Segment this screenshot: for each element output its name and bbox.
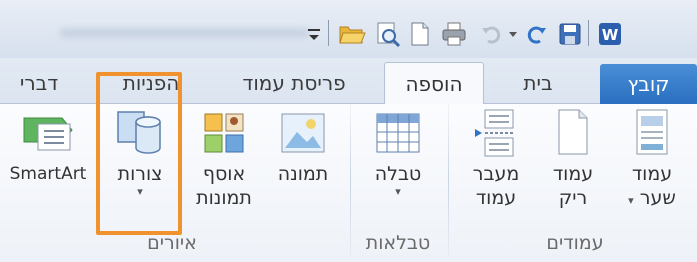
cover-page-button[interactable]: עמוד שער ▾ bbox=[612, 108, 692, 210]
clip-art-label-1: אוסף bbox=[202, 163, 246, 185]
tab-insert[interactable]: הוספה bbox=[384, 62, 484, 105]
shapes-highlight-box bbox=[96, 72, 182, 235]
picture-button[interactable]: תמונה bbox=[262, 108, 344, 186]
picture-icon bbox=[276, 108, 330, 158]
word-app-icon: W bbox=[596, 20, 624, 48]
folder-open-icon[interactable] bbox=[338, 20, 366, 48]
group-separator bbox=[448, 104, 449, 258]
cover-page-icon bbox=[625, 108, 679, 158]
cover-page-label-1: עמוד bbox=[631, 163, 673, 185]
cover-page-label-2-row: שער ▾ bbox=[628, 186, 676, 210]
redo-icon[interactable] bbox=[522, 20, 550, 48]
blank-page-icon bbox=[546, 108, 600, 158]
blank-page-button[interactable]: עמוד ריק bbox=[538, 108, 608, 210]
undo-icon[interactable] bbox=[478, 20, 506, 48]
blurred-title bbox=[60, 28, 310, 38]
undo-dropdown-icon[interactable] bbox=[506, 20, 520, 48]
clip-art-icon bbox=[197, 108, 251, 158]
tab-page-layout[interactable]: פריסת עמוד bbox=[214, 62, 374, 104]
clip-art-button[interactable]: אוסף תמונות bbox=[186, 108, 262, 210]
table-icon bbox=[371, 108, 425, 158]
page-break-label-2: עמוד bbox=[475, 187, 517, 209]
table-label: טבלה bbox=[374, 163, 422, 185]
group-label-tables: טבלאות bbox=[365, 232, 431, 254]
quick-print-icon[interactable] bbox=[440, 20, 468, 48]
customize-qat-icon[interactable] bbox=[304, 20, 324, 48]
table-dropdown-icon: ▾ bbox=[395, 185, 401, 198]
title-bar: W bbox=[0, 0, 697, 58]
blank-page-label-1: עמוד bbox=[552, 163, 594, 185]
save-icon[interactable] bbox=[556, 20, 584, 48]
svg-text:W: W bbox=[602, 26, 619, 44]
group-label-illustrations: איורים bbox=[147, 232, 197, 254]
smartart-label: SmartArt bbox=[9, 164, 87, 184]
smartart-icon bbox=[21, 108, 75, 158]
page-break-label-1: מעבר bbox=[472, 163, 520, 185]
tab-review[interactable]: דברי bbox=[0, 62, 80, 104]
print-preview-icon[interactable] bbox=[373, 20, 401, 48]
page-break-button[interactable]: מעבר עמוד bbox=[458, 108, 534, 210]
blank-page-label-2: ריק bbox=[558, 187, 588, 209]
new-document-icon[interactable] bbox=[406, 20, 434, 48]
table-button[interactable]: טבלה ▾ bbox=[358, 108, 438, 198]
clip-art-label-2: תמונות bbox=[196, 187, 252, 209]
cover-page-label-2: שער bbox=[639, 187, 676, 209]
picture-label: תמונה bbox=[277, 163, 329, 185]
tab-file[interactable]: קובץ bbox=[600, 64, 697, 104]
cover-page-dropdown-icon: ▾ bbox=[628, 194, 634, 207]
group-label-pages: עמודים bbox=[546, 232, 604, 254]
smartart-button[interactable]: SmartArt bbox=[2, 108, 94, 186]
group-separator bbox=[350, 104, 351, 258]
tab-home[interactable]: בית bbox=[493, 62, 583, 104]
page-break-icon bbox=[469, 108, 523, 158]
